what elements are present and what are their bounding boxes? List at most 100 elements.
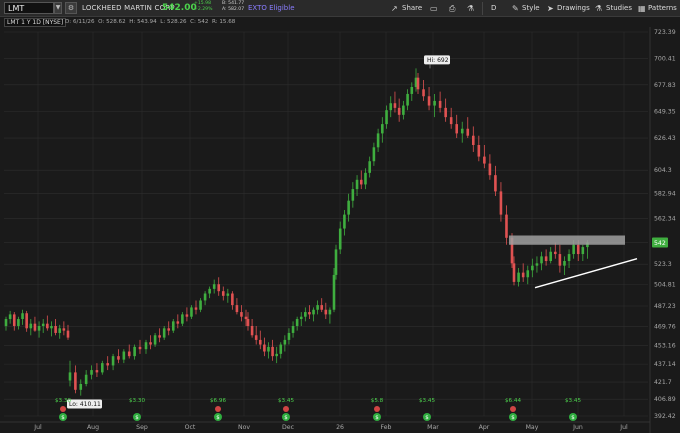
candle-body: [364, 172, 367, 185]
pencil-icon[interactable]: ✎: [512, 3, 519, 14]
range-value: R: 15.68: [211, 19, 236, 25]
candle-body: [133, 346, 136, 357]
dividend-label: $6.44: [505, 398, 521, 404]
candle-body: [449, 117, 453, 125]
candle-body: [455, 124, 459, 134]
candle-body: [494, 175, 497, 192]
candle-body: [203, 293, 207, 301]
drawings-button[interactable]: Drawings: [557, 3, 590, 14]
dividend-label: $5.8: [371, 398, 384, 404]
close-value: C: 542: [190, 19, 209, 25]
share-button[interactable]: Share: [402, 3, 422, 14]
candle-body: [324, 309, 328, 315]
candle-body: [535, 263, 539, 266]
candle-body: [572, 244, 575, 255]
candle-body: [101, 363, 104, 373]
gear-icon[interactable]: ⚙: [65, 2, 77, 14]
earnings-icon: [283, 406, 289, 412]
high-marker-label: Hi: 692: [427, 57, 449, 64]
candle-body: [444, 107, 447, 118]
candle-body: [58, 328, 62, 333]
earnings-icon: [60, 406, 66, 412]
flask-icon[interactable]: ⚗: [467, 3, 474, 14]
candle-body: [338, 228, 342, 250]
dividend-icon-glyph: $: [375, 415, 379, 421]
candle-body: [499, 191, 503, 215]
exto-badge[interactable]: EXTO Eligible: [248, 4, 295, 12]
candle-body: [433, 100, 436, 106]
price-chart[interactable]: 723.39 700.41 677.83 649.35 626.43 604.3 582.9…: [0, 27, 680, 433]
candle-body: [558, 254, 562, 266]
candle-body: [460, 128, 464, 134]
candle-body: [393, 103, 397, 108]
patterns-icon[interactable]: ▦: [638, 3, 646, 14]
earnings-icon: [215, 406, 221, 412]
candle-body: [512, 263, 516, 282]
candle-body: [549, 251, 553, 262]
candle-body: [291, 325, 295, 333]
clipboard-icon[interactable]: ▭: [430, 3, 438, 14]
candle-body: [66, 330, 70, 338]
candle-body: [343, 214, 346, 229]
share-icon[interactable]: ↗: [391, 3, 398, 14]
x-tick-label: May: [526, 424, 539, 431]
y-tick-label: 392.42: [654, 413, 676, 420]
x-tick-label: Aug: [87, 424, 99, 431]
candle-body: [33, 323, 37, 331]
dividend-icon-glyph: $: [61, 415, 65, 421]
candle-body: [526, 270, 530, 278]
style-button[interactable]: Style: [522, 3, 540, 14]
y-tick-label: 626.43: [654, 135, 676, 142]
candle-body: [359, 179, 363, 185]
ohlc-readout: D: 6/11/26 O: 528.62 H: 543.94 L: 528.26…: [65, 19, 235, 25]
candle-body: [176, 321, 180, 324]
dividend-icon-glyph: $: [284, 415, 288, 421]
y-tick-label: 453.16: [654, 343, 676, 350]
candle-body: [21, 313, 24, 320]
studies-button[interactable]: Studies: [606, 3, 632, 14]
candle-body: [320, 305, 324, 310]
x-tick-label: Jul: [33, 424, 42, 431]
symbol-input[interactable]: LMT: [4, 2, 54, 14]
candle-body: [316, 305, 319, 310]
y-tick-label: 421.7: [654, 379, 672, 386]
candle-body: [29, 323, 33, 329]
company-name: LOCKHEED MARTIN CORP: [82, 4, 175, 12]
cursor-icon[interactable]: ➤: [547, 3, 554, 14]
x-tick-label: Feb: [381, 424, 392, 431]
y-tick-label: 582.94: [654, 190, 676, 197]
x-tick-label: Sep: [136, 424, 148, 431]
candle-body: [275, 353, 278, 357]
candle-body: [74, 372, 77, 390]
chart-symbol-label[interactable]: LMT 1 Y 1D [NYSE]: [4, 18, 67, 27]
candle-body: [127, 351, 131, 357]
candle-body: [246, 319, 250, 326]
candle-body: [287, 332, 291, 340]
flask-studies-icon[interactable]: ⚗: [595, 3, 602, 14]
patterns-button[interactable]: Patterns: [648, 3, 677, 14]
candle-body: [250, 325, 254, 336]
candle-body: [171, 321, 175, 331]
candle-body: [328, 309, 332, 315]
y-tick-label: 677.83: [654, 82, 676, 89]
period-selector[interactable]: D: [491, 3, 496, 14]
resistance-zone: [509, 235, 625, 245]
candle-body: [299, 316, 303, 320]
symbol-dropdown-icon[interactable]: ▼: [54, 2, 62, 14]
x-tick-label: Jul: [619, 424, 628, 431]
candle-body: [54, 325, 57, 333]
candle-body: [46, 323, 49, 329]
y-tick-label: 487.23: [654, 303, 676, 310]
high-value: H: 543.94: [129, 19, 157, 25]
candle-body: [466, 128, 470, 136]
dividend-icon-glyph: $: [571, 415, 575, 421]
candle-body: [308, 312, 311, 315]
y-tick-label: 469.76: [654, 323, 676, 330]
y-tick-label: 723.39: [654, 29, 676, 36]
candle-body: [422, 89, 425, 97]
print-icon[interactable]: ⎙: [449, 3, 455, 14]
candle-body: [41, 323, 45, 326]
bid-ask: B: 541.77 A: 582.07: [222, 1, 244, 13]
candle-body: [79, 384, 83, 390]
candle-body: [355, 179, 359, 190]
